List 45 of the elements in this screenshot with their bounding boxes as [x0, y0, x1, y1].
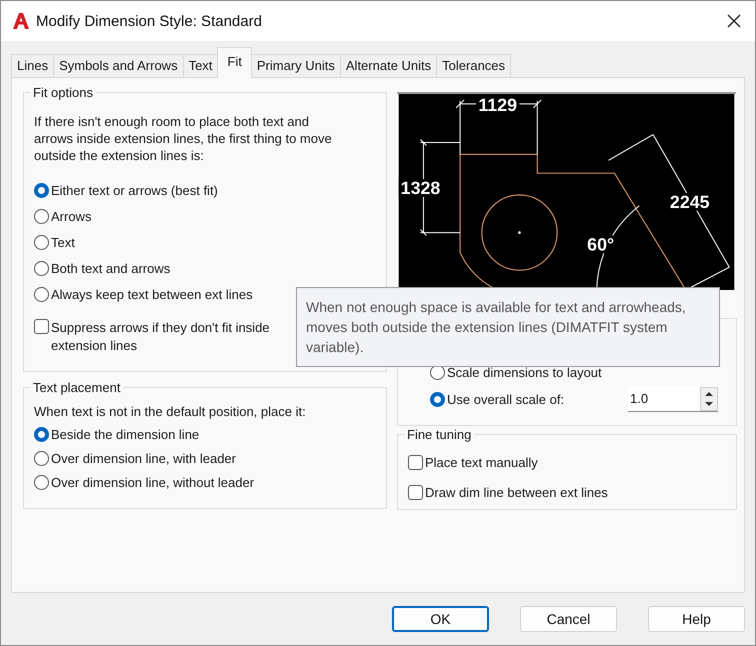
option-label[interactable]: Over dimension line, without leader: [51, 474, 254, 490]
option-label[interactable]: Either text or arrows (best fit): [51, 182, 218, 198]
option-label[interactable]: Scale dimensions to layout: [447, 364, 602, 380]
checkbox[interactable]: [34, 319, 49, 334]
group-title: Fit options: [30, 85, 96, 100]
option-label[interactable]: Draw dim line between ext lines: [425, 484, 608, 500]
dimension-label: 2245: [670, 192, 710, 212]
option-label[interactable]: Text: [51, 234, 75, 250]
radio-button[interactable]: [34, 260, 49, 276]
dimension-label: 1129: [478, 94, 517, 115]
option-label[interactable]: Over dimension line, with leader: [51, 450, 236, 466]
radio-button[interactable]: [34, 474, 49, 490]
dialog-button[interactable]: OK: [392, 606, 489, 632]
tab[interactable]: Fit: [217, 47, 252, 78]
dialog-button[interactable]: Cancel: [520, 606, 617, 632]
radio-button[interactable]: [430, 392, 445, 406]
option-label[interactable]: Place text manually: [425, 454, 538, 470]
app-logo-icon: [12, 12, 30, 30]
tab[interactable]: Tolerances: [436, 54, 512, 77]
dimension-label: 60°: [587, 234, 614, 254]
radio-button[interactable]: [34, 450, 49, 466]
option-label[interactable]: Both text and arrows: [51, 260, 170, 276]
spinner-arrows-icon[interactable]: [700, 386, 718, 410]
tab[interactable]: Lines: [11, 54, 54, 77]
radio-button[interactable]: [34, 426, 49, 442]
option-label[interactable]: Use overall scale of:: [447, 392, 564, 406]
checkbox[interactable]: [408, 484, 423, 500]
checkbox[interactable]: [408, 454, 423, 470]
dimension-label: 1328: [400, 178, 440, 198]
option-label[interactable]: Always keep text between ext lines: [51, 286, 253, 302]
description-text: If there isn't enough room to place both text and arrows inside extension lines, the first thing to move outside the extension lines is:: [34, 113, 333, 164]
group-title: Fine tuning: [404, 427, 474, 442]
tooltip: When not enough space is available for text and arrowheads, moves both outside the extension lines (DIMATFIT system variable).: [296, 287, 720, 367]
close-icon[interactable]: [727, 14, 741, 28]
description-text: When text is not in the default position, place it:: [33, 404, 307, 419]
option-label[interactable]: Beside the dimension line: [51, 426, 200, 442]
radio-button[interactable]: [34, 208, 49, 224]
window-title: Modify Dimension Style: Standard: [36, 12, 263, 30]
radio-button[interactable]: [34, 182, 49, 198]
scale-input[interactable]: 1.0: [628, 386, 718, 412]
radio-button[interactable]: [34, 286, 49, 302]
group-title: Text placement: [30, 380, 124, 395]
radio-button[interactable]: [34, 234, 49, 250]
dialog-button[interactable]: Help: [648, 606, 745, 632]
option-label[interactable]: Arrows: [51, 208, 92, 224]
